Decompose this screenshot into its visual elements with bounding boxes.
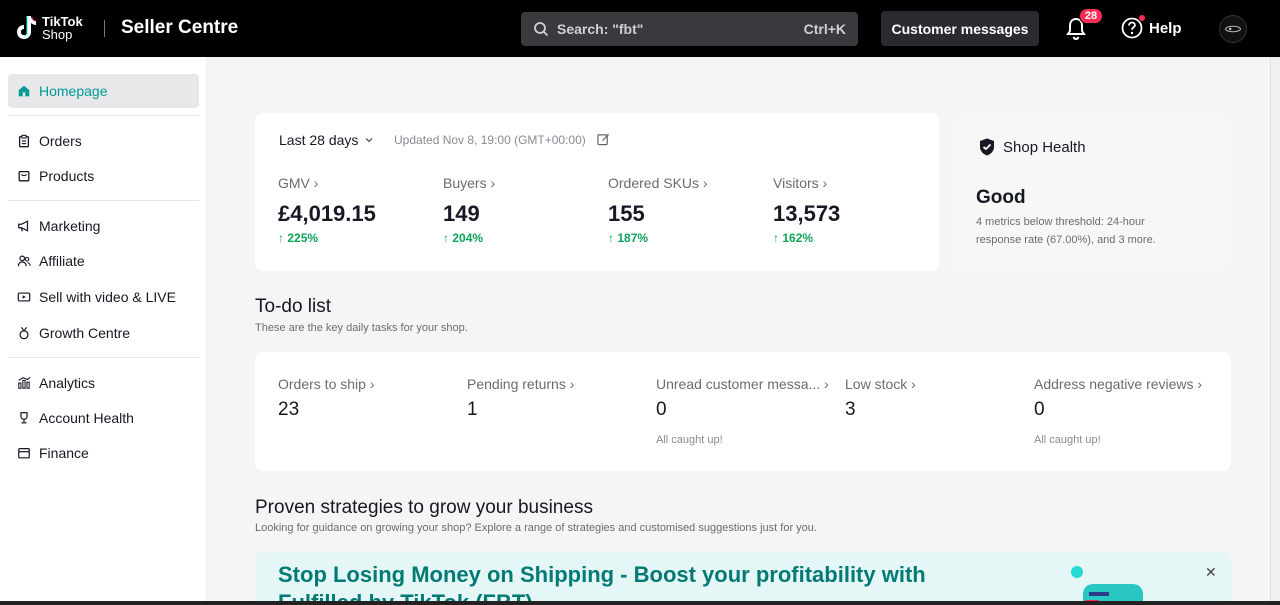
sidebar-item-label: Homepage	[39, 83, 108, 99]
search-shortcut: Ctrl+K	[803, 21, 846, 37]
banner-headline: Stop Losing Money on Shipping - Boost yo…	[278, 562, 926, 587]
sidebar-item-label: Finance	[39, 445, 89, 461]
strategies-subtitle: Looking for guidance on growing your sho…	[255, 522, 817, 534]
todo-unread-messages-label[interactable]: Unread customer messa... ›	[656, 376, 829, 392]
home-icon	[16, 83, 32, 99]
logo-text-shop: Shop	[42, 27, 73, 42]
help-button[interactable]: Help	[1121, 15, 1182, 39]
people-icon	[16, 253, 32, 269]
sidebar-item-label: Affiliate	[39, 253, 85, 269]
shield-icon	[980, 138, 994, 156]
sidebar-item-label: Account Health	[39, 410, 134, 426]
todo-low-stock-value: 3	[845, 399, 856, 420]
metric-buyers-label[interactable]: Buyers ›	[443, 175, 495, 191]
todo-card: Orders to ship › 23 Pending returns › 1 …	[255, 352, 1231, 471]
metric-gmv-value: £4,019.15	[278, 201, 376, 226]
shipping-illustration-icon	[1071, 566, 1143, 605]
help-label: Help	[1149, 19, 1182, 37]
shop-health-detail: 4 metrics below threshold: 24-hour	[976, 216, 1145, 228]
search-placeholder: Search: "fbt"	[557, 21, 644, 37]
metric-ordered-skus-value: 155	[608, 201, 645, 226]
todo-unread-messages-value: 0	[656, 399, 667, 420]
metric-buyers-delta: ↑ 204%	[443, 231, 484, 245]
todo-negative-reviews-value: 0	[1034, 399, 1045, 420]
sidebar-item-label: Orders	[39, 133, 82, 149]
shop-health-detail: response rate (67.00%), and 3 more.	[976, 234, 1156, 246]
sidebar-item-label: Growth Centre	[39, 325, 131, 341]
todo-negative-reviews-label[interactable]: Address negative reviews ›	[1034, 376, 1202, 392]
close-icon[interactable]: ✕	[1205, 564, 1219, 580]
search-icon	[534, 22, 549, 37]
metric-visitors-delta: ↑ 162%	[773, 231, 814, 245]
sidebar-item-finance[interactable]: Finance	[8, 436, 199, 470]
fbt-promo-banner[interactable]: Stop Losing Money on Shipping - Boost yo…	[255, 552, 1231, 605]
scrollbar[interactable]	[1270, 57, 1280, 605]
medal-icon	[16, 325, 32, 341]
avatar-icon	[1225, 25, 1241, 33]
overview-card: Last 28 days Updated Nov 8, 19:00 (GMT+0…	[255, 113, 939, 271]
metric-gmv-delta: ↑ 225%	[278, 231, 319, 245]
todo-low-stock-label[interactable]: Low stock ›	[845, 376, 916, 392]
sidebar-item-products[interactable]: Products	[8, 159, 199, 193]
todo-title: To-do list	[255, 296, 332, 317]
search-input[interactable]: Search: "fbt" Ctrl+K	[521, 12, 858, 46]
tiktok-shop-logo[interactable]: TikTok Shop	[14, 14, 83, 42]
sidebar-divider	[8, 115, 199, 116]
sidebar-item-sell-with-video-live[interactable]: Sell with video & LIVE	[8, 280, 199, 314]
notification-badge: 28	[1079, 8, 1103, 24]
edit-icon[interactable]	[597, 133, 610, 146]
sidebar-item-label: Marketing	[39, 218, 101, 234]
metric-ordered-skus-delta: ↑ 187%	[608, 231, 649, 245]
help-icon	[1121, 15, 1145, 39]
help-indicator-dot	[1139, 15, 1145, 21]
sidebar-divider	[8, 357, 199, 358]
sidebar-item-orders[interactable]: Orders	[8, 124, 199, 158]
sidebar-item-account-health[interactable]: Account Health	[8, 401, 199, 435]
period-label: Last 28 days	[279, 132, 359, 148]
wallet-icon	[16, 445, 32, 461]
todo-subtitle: These are the key daily tasks for your s…	[255, 322, 468, 334]
sidebar-item-label: Sell with video & LIVE	[39, 289, 176, 305]
chevron-down-icon	[365, 138, 373, 143]
sidebar-divider	[8, 200, 199, 201]
metric-gmv-label[interactable]: GMV ›	[278, 175, 318, 191]
todo-orders-to-ship-label[interactable]: Orders to ship ›	[278, 376, 375, 392]
avatar[interactable]	[1219, 15, 1247, 43]
sidebar: Homepage Orders Products Marketing Affil…	[0, 57, 207, 605]
todo-pending-returns-value: 1	[467, 399, 478, 420]
app-title: Seller Centre	[121, 17, 239, 38]
video-icon	[16, 289, 32, 305]
megaphone-icon	[16, 218, 32, 234]
metric-ordered-skus-label[interactable]: Ordered SKUs ›	[608, 175, 708, 191]
customer-messages-button[interactable]: Customer messages	[881, 11, 1039, 46]
metric-visitors-label[interactable]: Visitors ›	[773, 175, 827, 191]
bottom-edge	[0, 601, 1280, 605]
todo-unread-messages-note: All caught up!	[656, 434, 723, 446]
sidebar-item-growth-centre[interactable]: Growth Centre	[8, 316, 199, 350]
todo-negative-reviews-note: All caught up!	[1034, 434, 1101, 446]
sidebar-item-label: Products	[39, 168, 95, 184]
updated-timestamp: Updated Nov 8, 19:00 (GMT+00:00)	[394, 133, 586, 147]
todo-orders-to-ship-value: 23	[278, 399, 300, 420]
tiktok-logo-icon	[17, 16, 36, 39]
top-bar: TikTok Shop Seller Centre Search: "fbt" …	[0, 0, 1280, 57]
shop-health-title: Shop Health	[1003, 138, 1086, 156]
sidebar-item-homepage[interactable]: Homepage	[8, 74, 199, 108]
sidebar-item-label: Analytics	[39, 375, 96, 391]
todo-pending-returns-label[interactable]: Pending returns ›	[467, 376, 574, 392]
sidebar-item-marketing[interactable]: Marketing	[8, 209, 199, 243]
clipboard-icon	[16, 133, 32, 149]
metric-buyers-value: 149	[443, 201, 480, 226]
metric-visitors-value: 13,573	[773, 201, 841, 226]
trophy-icon	[16, 410, 32, 426]
sidebar-item-affiliate[interactable]: Affiliate	[8, 244, 199, 278]
header-divider	[104, 20, 105, 37]
period-selector[interactable]: Last 28 days	[279, 132, 374, 148]
shop-health-card[interactable]: Shop Health Good 4 metrics below thresho…	[953, 113, 1231, 271]
sidebar-item-analytics[interactable]: Analytics	[8, 366, 199, 400]
box-icon	[16, 168, 32, 184]
chart-icon	[16, 375, 32, 391]
shop-health-status: Good	[976, 187, 1026, 208]
strategies-title: Proven strategies to grow your business	[255, 497, 593, 518]
